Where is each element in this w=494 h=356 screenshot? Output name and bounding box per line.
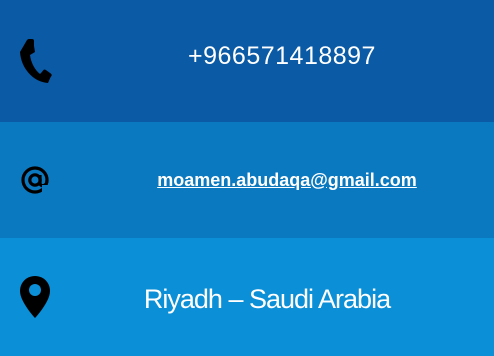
at-icon bbox=[20, 165, 50, 195]
contact-row-email: moamen.abudaqa@gmail.com bbox=[0, 122, 494, 238]
map-pin-icon-cell bbox=[0, 238, 70, 356]
phone-text-cell: +966571418897 bbox=[70, 0, 494, 122]
phone-icon bbox=[18, 38, 52, 84]
at-icon-cell bbox=[0, 122, 70, 238]
email-link[interactable]: moamen.abudaqa@gmail.com bbox=[157, 170, 417, 191]
phone-icon-cell bbox=[0, 0, 70, 122]
email-text-cell: moamen.abudaqa@gmail.com bbox=[70, 122, 494, 238]
contact-row-phone: +966571418897 bbox=[0, 0, 494, 122]
phone-number[interactable]: +966571418897 bbox=[188, 42, 376, 71]
contact-card: +966571418897 moamen.abudaqa@gmail.com R… bbox=[0, 0, 494, 356]
location-text: Riyadh – Saudi Arabia bbox=[143, 283, 391, 314]
location-text-cell: Riyadh – Saudi Arabia bbox=[70, 238, 494, 356]
map-pin-icon bbox=[18, 274, 52, 320]
contact-row-location: Riyadh – Saudi Arabia bbox=[0, 238, 494, 356]
